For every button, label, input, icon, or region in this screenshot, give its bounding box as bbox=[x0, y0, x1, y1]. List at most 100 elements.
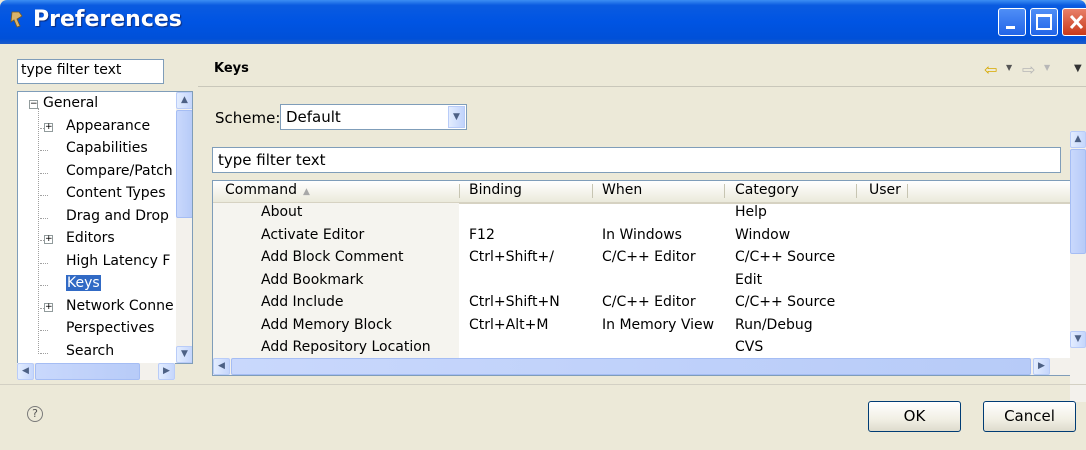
table-cell: Run/Debug bbox=[735, 316, 813, 333]
tree-item[interactable]: Compare/Patch bbox=[18, 162, 176, 184]
table-row[interactable]: Add Include Ctrl+Shift+N C/C++ Editor C/C++… bbox=[213, 293, 1070, 316]
column-header-when[interactable]: When bbox=[602, 182, 642, 198]
table-cell: Add Include bbox=[261, 294, 344, 310]
scroll-down-button[interactable]: ▼ bbox=[1070, 331, 1086, 348]
tree-guide bbox=[40, 217, 48, 219]
table-horizontal-scrollbar[interactable]: ◀ ▶ bbox=[213, 358, 1070, 375]
back-arrow-icon[interactable]: ⇦ bbox=[984, 60, 997, 79]
view-menu-icon[interactable]: ▼ bbox=[1074, 63, 1082, 74]
tree-item[interactable]: + Editors bbox=[18, 229, 176, 251]
column-header-user[interactable]: User bbox=[869, 182, 901, 198]
cancel-button[interactable]: Cancel bbox=[983, 401, 1076, 432]
scroll-thumb[interactable] bbox=[35, 363, 140, 380]
chevron-down-icon[interactable]: ▼ bbox=[448, 106, 465, 128]
tree-item[interactable]: + Network Conne bbox=[18, 297, 176, 319]
page-header: Keys ⇦ ▼ ⇨ ▼ ▼ bbox=[198, 54, 1086, 90]
table-cell: Add Memory Block bbox=[261, 316, 392, 333]
help-icon[interactable]: ? bbox=[27, 406, 43, 422]
scroll-right-button[interactable]: ▶ bbox=[1033, 358, 1050, 375]
maximize-icon bbox=[1036, 14, 1052, 30]
tree-item[interactable]: − General bbox=[18, 94, 176, 116]
tree-filter-input[interactable]: type filter text bbox=[17, 59, 164, 84]
tree-item[interactable]: Search bbox=[18, 342, 176, 364]
scroll-thumb[interactable] bbox=[1070, 149, 1086, 254]
minimize-icon bbox=[1006, 26, 1015, 29]
table-row[interactable]: Add Block Comment Ctrl+Shift+/ C/C++ Edito… bbox=[213, 248, 1070, 271]
scheme-label: Scheme: bbox=[215, 109, 281, 127]
page-vertical-scrollbar[interactable]: ▲ ▼ bbox=[1070, 131, 1086, 402]
table-cell: Window bbox=[735, 226, 791, 243]
table-cell: F12 bbox=[469, 226, 495, 243]
tree-item-label: General bbox=[43, 95, 99, 111]
ok-button[interactable]: OK bbox=[868, 401, 961, 432]
column-header-binding[interactable]: Binding bbox=[469, 182, 522, 198]
table-cell: C/C++ Editor bbox=[602, 294, 696, 310]
forward-dropdown-icon[interactable]: ▼ bbox=[1044, 63, 1050, 72]
tree-vertical-scrollbar[interactable]: ▲ ▼ bbox=[176, 92, 192, 363]
table-cell: Ctrl+Shift+N bbox=[469, 294, 560, 310]
forward-arrow-icon[interactable]: ⇨ bbox=[1022, 60, 1035, 79]
window-title: Preferences bbox=[33, 7, 182, 32]
tree-item[interactable]: Capabilities bbox=[18, 139, 176, 161]
table-row[interactable]: Add Memory Block Ctrl+Alt+M In Memory View… bbox=[213, 316, 1070, 339]
column-header-category[interactable]: Category bbox=[735, 182, 799, 198]
scroll-up-button[interactable]: ▲ bbox=[176, 92, 192, 109]
table-cell: C/C++ Source bbox=[735, 294, 836, 310]
expand-icon[interactable]: + bbox=[44, 122, 53, 132]
tree-item-label: Keys bbox=[66, 275, 101, 291]
close-button[interactable] bbox=[1062, 8, 1086, 36]
expand-icon[interactable]: + bbox=[44, 302, 53, 312]
table-row[interactable]: About Help bbox=[213, 203, 1070, 226]
tree-item[interactable]: Perspectives bbox=[18, 319, 176, 341]
collapse-icon[interactable]: − bbox=[29, 100, 38, 109]
table-row[interactable]: Activate Editor F12 In Windows Window bbox=[213, 226, 1070, 249]
tree-guide bbox=[40, 195, 48, 196]
scheme-select[interactable]: Default ▼ bbox=[280, 104, 467, 130]
scroll-right-button[interactable]: ▶ bbox=[158, 363, 175, 380]
scroll-thumb[interactable] bbox=[231, 358, 1031, 375]
tree-item[interactable]: Keys bbox=[18, 274, 176, 296]
table-cell: C/C++ Source bbox=[735, 249, 836, 265]
tree-horizontal-scrollbar[interactable]: ◀ ▶ bbox=[17, 363, 175, 380]
tree-item-label: Compare/Patch bbox=[66, 162, 173, 179]
back-dropdown-icon[interactable]: ▼ bbox=[1006, 63, 1012, 72]
tree-item[interactable]: Content Types bbox=[18, 184, 176, 206]
keys-table[interactable]: Command ▲ Binding When Category User Abou… bbox=[212, 180, 1071, 376]
table-row[interactable]: Add Bookmark Edit bbox=[213, 271, 1070, 294]
tree-guide bbox=[40, 172, 48, 174]
title-bar[interactable]: Preferences bbox=[0, 0, 1086, 44]
table-header: Command ▲ Binding When Category User bbox=[213, 181, 1070, 204]
preferences-tree[interactable]: − General + Appearance Capabilities Compare/P… bbox=[17, 91, 193, 364]
table-cell: Add Repository Location bbox=[261, 339, 431, 355]
expand-icon[interactable]: + bbox=[44, 235, 53, 244]
sort-ascending-icon: ▲ bbox=[302, 187, 310, 197]
tree-guide bbox=[40, 150, 48, 151]
table-cell: About bbox=[261, 204, 303, 220]
tree-item[interactable]: Drag and Drop bbox=[18, 207, 176, 229]
tree-item-label: Capabilities bbox=[66, 140, 148, 156]
table-cell: Add Bookmark bbox=[261, 271, 364, 288]
tree-item-label: High Latency F bbox=[66, 252, 171, 269]
dialog-body: type filter text − General + Appearance Capa… bbox=[0, 44, 1086, 449]
scroll-down-button[interactable]: ▼ bbox=[176, 346, 192, 363]
tree-item[interactable]: High Latency F bbox=[18, 252, 176, 274]
tree-guide bbox=[40, 352, 48, 354]
scroll-thumb[interactable] bbox=[176, 110, 192, 218]
preferences-icon bbox=[10, 11, 23, 28]
table-cell: In Windows bbox=[602, 226, 682, 243]
scroll-up-button[interactable]: ▲ bbox=[1070, 131, 1086, 148]
table-cell: Ctrl+Alt+M bbox=[469, 316, 549, 333]
table-cell: Ctrl+Shift+/ bbox=[469, 249, 554, 265]
command-filter-input[interactable]: type filter text bbox=[212, 147, 1061, 173]
maximize-button[interactable] bbox=[1030, 8, 1058, 36]
tree-item[interactable]: + Appearance bbox=[18, 117, 176, 139]
tree-item-label: Search bbox=[66, 342, 115, 359]
column-header-command[interactable]: Command ▲ bbox=[225, 182, 310, 198]
table-cell: CVS bbox=[735, 339, 764, 355]
tree-item-label: Editors bbox=[66, 230, 115, 246]
minimize-button[interactable] bbox=[998, 8, 1026, 36]
scroll-left-button[interactable]: ◀ bbox=[17, 363, 34, 380]
tree-guide bbox=[40, 330, 48, 331]
scroll-left-button[interactable]: ◀ bbox=[213, 358, 230, 375]
table-cell: In Memory View bbox=[602, 316, 715, 333]
